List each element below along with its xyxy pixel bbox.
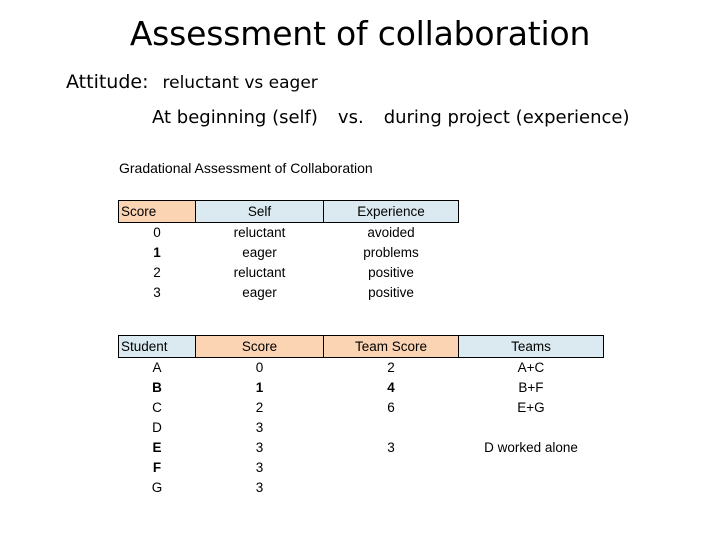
cell-score: 0 <box>255 360 264 375</box>
cell-team-score: 3 <box>387 440 395 455</box>
cell-student: E <box>152 440 162 455</box>
students-scores-table: Student Score Team Score Teams A 0 2 A+C… <box>118 335 604 498</box>
cell-teams: E+G <box>517 400 545 415</box>
page-title: Assessment of collaboration <box>129 14 591 53</box>
table-row: 0 reluctant avoided <box>119 223 459 244</box>
column-header-score: Score <box>195 335 324 358</box>
cell-team-score: 4 <box>387 380 395 395</box>
attitude-value: reluctant vs eager <box>162 73 318 93</box>
cell-experience: problems <box>363 245 419 260</box>
detail-left: At beginning (self) <box>152 107 318 128</box>
gradational-table-caption: Gradational Assessment of Collaboration <box>119 160 373 176</box>
cell-student: G <box>151 480 163 495</box>
column-header-self: Self <box>195 200 324 223</box>
column-header-student: Student <box>118 335 196 358</box>
cell-student: A <box>152 360 162 375</box>
column-header-teams: Teams <box>458 335 604 358</box>
cell-self: eager <box>242 245 277 260</box>
cell-team-score: 6 <box>387 400 395 415</box>
table-row: C 2 6 E+G <box>119 398 604 418</box>
attitude-line: Attitude: reluctant vs eager <box>66 70 318 95</box>
table-row: 2 reluctant positive <box>119 263 459 283</box>
cell-student: D <box>152 420 162 435</box>
table-row: F 3 <box>119 458 604 478</box>
table-row: E 3 3 D worked alone <box>119 438 604 458</box>
column-header-experience: Experience <box>323 200 459 223</box>
cell-self: reluctant <box>233 225 286 240</box>
table-header-row: Student Score Team Score Teams <box>118 335 604 358</box>
cell-score: 2 <box>255 400 264 415</box>
cell-experience: positive <box>368 285 414 300</box>
column-header-team-score: Team Score <box>323 335 459 358</box>
detail-middle: vs. <box>337 107 364 128</box>
cell-self: eager <box>242 285 277 300</box>
cell-team-score: 2 <box>387 360 395 375</box>
cell-team-score <box>324 458 459 478</box>
detail-right: during project (experience) <box>383 107 630 128</box>
cell-student: B <box>152 380 162 395</box>
cell-team-score <box>324 418 459 438</box>
gradational-assessment-table: Score Self Experience 0 reluctant avoide… <box>118 200 459 303</box>
cell-self: reluctant <box>233 265 286 280</box>
table-row: B 1 4 B+F <box>119 378 604 398</box>
attitude-label: Attitude: <box>66 71 149 93</box>
cell-student: C <box>152 400 162 415</box>
cell-teams: D worked alone <box>484 440 578 455</box>
cell-score: 1 <box>255 380 264 395</box>
table-header-row: Score Self Experience <box>118 200 459 223</box>
table-row: 1 eager problems <box>119 243 459 263</box>
cell-experience: positive <box>368 265 414 280</box>
cell-teams: B+F <box>518 380 544 395</box>
cell-score: 3 <box>153 285 161 300</box>
cell-teams: A+C <box>517 360 545 375</box>
cell-teams <box>459 458 604 478</box>
table-row: 3 eager positive <box>119 283 459 303</box>
cell-score: 3 <box>255 460 264 475</box>
table-row: A 0 2 A+C <box>119 358 604 379</box>
cell-student: F <box>152 460 162 475</box>
cell-score: 3 <box>255 420 264 435</box>
cell-score: 3 <box>255 480 264 495</box>
cell-score: 3 <box>255 440 264 455</box>
table-row: D 3 <box>119 418 604 438</box>
column-header-score: Score <box>118 200 196 223</box>
cell-experience: avoided <box>367 225 415 240</box>
cell-teams <box>459 478 604 498</box>
cell-team-score <box>324 478 459 498</box>
detail-line: At beginning (self) vs. during project (ex… <box>152 105 629 131</box>
cell-score: 0 <box>153 225 161 240</box>
cell-score: 1 <box>153 245 161 260</box>
cell-score: 2 <box>153 265 161 280</box>
cell-teams <box>459 418 604 438</box>
table-row: G 3 <box>119 478 604 498</box>
